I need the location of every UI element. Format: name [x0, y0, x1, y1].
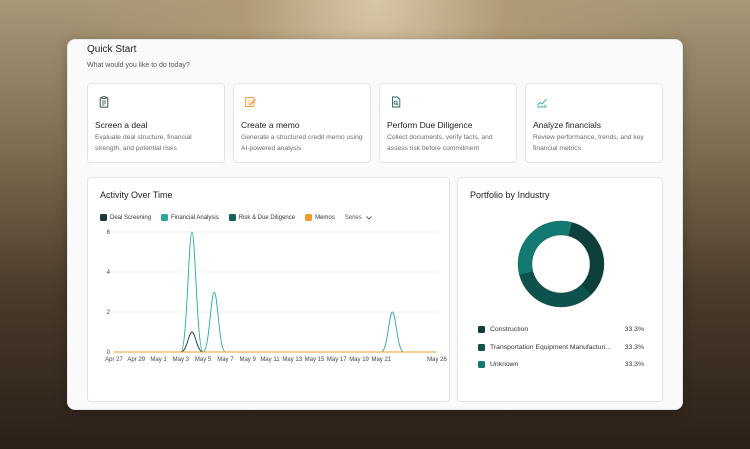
x-tick-label: Apr 29 [127, 357, 145, 363]
x-tick-label: May 5 [195, 357, 212, 363]
x-tick-label: May 9 [239, 357, 256, 363]
document-search-icon [392, 96, 401, 108]
industry-label: Unknown [490, 361, 519, 369]
donut-slice[interactable] [517, 220, 573, 276]
industry-percent: 33.3% [624, 343, 644, 351]
card-title: Perform Due Diligence [387, 120, 473, 130]
series-line [114, 231, 437, 353]
legend-swatch [478, 361, 485, 369]
industry-label: Construction [490, 326, 529, 334]
activity-line-chart: 0 2 4 6 Apr 27 Apr 29 May 1 May 3 May 5 May 7 May … [105, 230, 447, 363]
legend-swatch [478, 343, 485, 351]
y-tick-label: 2 [107, 310, 111, 316]
line-chart-icon [537, 98, 547, 108]
x-tick-label: May 21 [371, 357, 391, 363]
card-description: Generate a structured credit memo using … [241, 134, 363, 152]
industry-label: Transportation Equipment Manufacturi... [490, 343, 612, 351]
quick-start-window: Quick Start What would you like to do to… [67, 39, 683, 410]
edit-memo-icon [245, 97, 256, 107]
industry-percent: 33.3% [624, 361, 644, 369]
series-line [114, 331, 437, 353]
x-tick-label: May 17 [327, 357, 347, 363]
legend-swatch [478, 326, 485, 334]
portfolio-legend-row: Transportation Equipment Manufacturi... … [478, 339, 644, 357]
card-title: Create a memo [241, 120, 300, 130]
industry-percent: 33.3% [624, 326, 644, 334]
donut-slice[interactable] [568, 222, 605, 295]
portfolio-panel: Portfolio by Industry Construction 33.3%… [457, 177, 663, 402]
x-tick-label: May 1 [150, 357, 167, 363]
card-title: Screen a deal [95, 120, 148, 130]
card-description: Review performance, trends, and key fina… [533, 134, 644, 152]
donut-slice[interactable] [519, 271, 592, 308]
x-tick-label: May 19 [349, 357, 369, 363]
card-analyze-financials[interactable]: Analyze financials Review performance, t… [525, 83, 663, 163]
x-tick-label: May 11 [260, 357, 280, 363]
x-tick-label: May 3 [173, 357, 190, 363]
portfolio-legend-row: Unknown 33.3% [478, 356, 644, 374]
x-tick-label: May 13 [282, 357, 302, 363]
card-create-memo[interactable]: Create a memo Generate a structured cred… [233, 83, 371, 163]
y-tick-label: 4 [107, 270, 111, 276]
card-screen-deal[interactable]: Screen a deal Evaluate deal structure, f… [87, 83, 225, 163]
portfolio-legend-row: Construction 33.3% [478, 321, 644, 339]
quick-start-subtitle: What would you like to do today? [87, 62, 190, 69]
card-description: Collect documents, verify facts, and ass… [387, 134, 493, 152]
portfolio-donut-chart [517, 220, 605, 308]
activity-panel: Activity Over Time Deal Screening Financ… [87, 177, 450, 402]
y-tick-label: 6 [107, 230, 111, 236]
x-tick-label: Apr 27 [105, 357, 123, 363]
y-tick-label: 0 [107, 350, 111, 356]
clipboard-icon [99, 96, 109, 108]
card-due-diligence[interactable]: Perform Due Diligence Collect documents,… [379, 83, 517, 163]
portfolio-legend: Construction 33.3% Transportation Equipm… [478, 321, 644, 374]
card-title: Analyze financials [533, 120, 602, 130]
quick-start-title: Quick Start [87, 44, 137, 55]
x-tick-label: May 26 [427, 357, 447, 363]
x-tick-label: May 15 [305, 357, 325, 363]
card-description: Evaluate deal structure, financial stren… [95, 134, 192, 152]
x-tick-label: May 7 [217, 357, 234, 363]
